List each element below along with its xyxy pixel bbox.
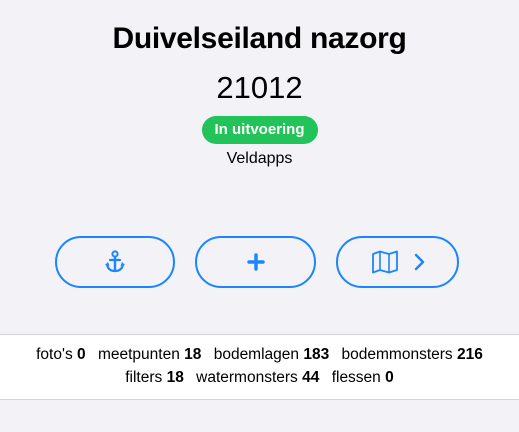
plus-icon xyxy=(246,253,265,271)
anchor-icon xyxy=(104,250,126,274)
stats-row-1: foto's 0 meetpunten 18 bodemlagen 183 bo… xyxy=(0,346,519,364)
stats-row-2: filters 18 watermonsters 44 flessen 0 xyxy=(0,369,519,387)
project-code: 21012 xyxy=(216,70,303,105)
status-badge: In uitvoering xyxy=(201,116,318,144)
stat-watermonsters: watermonsters 44 xyxy=(196,369,320,386)
anchor-button[interactable] xyxy=(55,236,175,288)
stats-panel: foto's 0 meetpunten 18 bodemlagen 183 bo… xyxy=(0,334,519,400)
stat-fotos: foto's 0 xyxy=(36,346,86,363)
project-title: Duivelseiland nazorg xyxy=(112,22,407,55)
map-button[interactable] xyxy=(336,236,459,288)
add-button[interactable] xyxy=(195,236,316,288)
chevron-right-icon xyxy=(413,253,425,271)
project-owner: Veldapps xyxy=(226,150,293,167)
map-icon xyxy=(371,250,399,274)
stat-meetpunten: meetpunten 18 xyxy=(97,346,202,363)
stat-filters: filters 18 xyxy=(125,369,184,386)
stat-bodemmonsters: bodemmonsters 216 xyxy=(341,346,483,363)
stat-flessen: flessen 0 xyxy=(331,369,394,386)
stat-bodemlagen: bodemlagen 183 xyxy=(213,346,330,363)
